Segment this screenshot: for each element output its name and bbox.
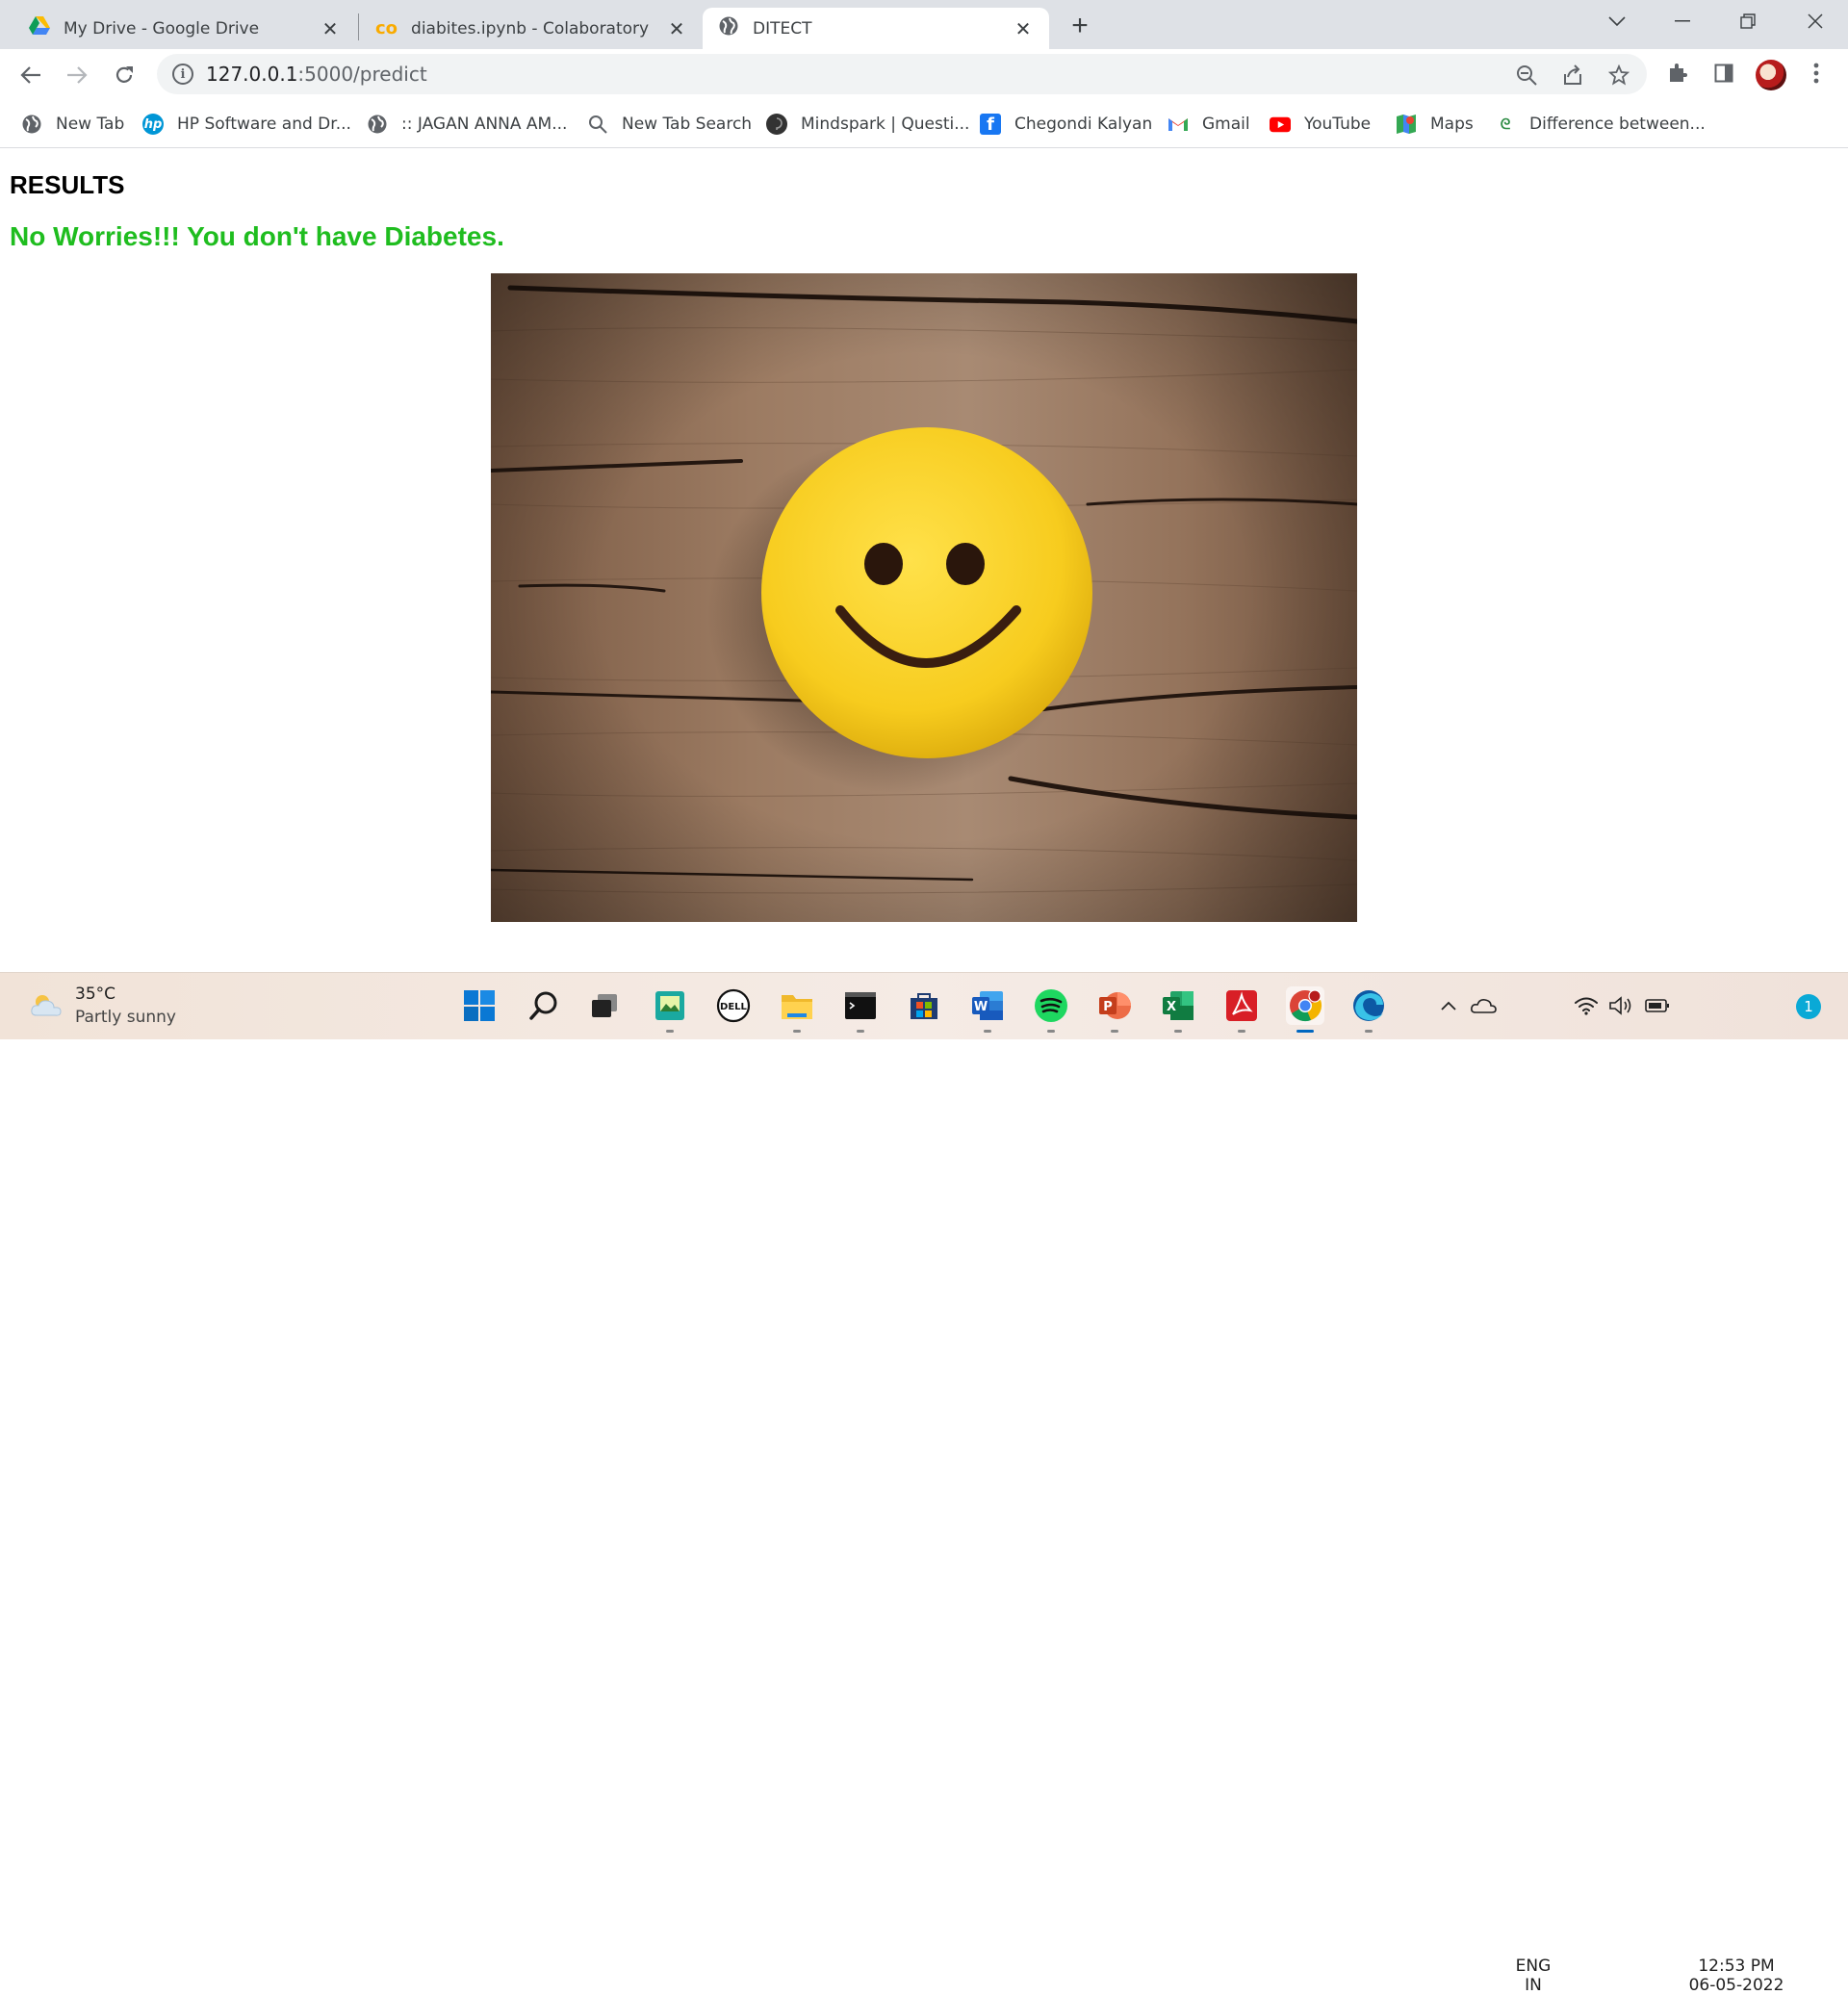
clock-date: 06-05-2022 [1688, 1976, 1784, 1995]
tab-title: My Drive - Google Drive [64, 18, 260, 38]
chevron-up-icon[interactable] [1434, 986, 1463, 1025]
bookmark-jagan-anna[interactable]: :: JAGAN ANNA AM... [367, 110, 567, 139]
restore-icon[interactable] [1729, 6, 1767, 37]
file-explorer-icon[interactable] [778, 986, 816, 1033]
url-text[interactable]: 127.0.0.1:5000/predict [206, 63, 427, 86]
clock[interactable]: 12:53 PM 06-05-2022 [1681, 1957, 1792, 1995]
zoom-icon[interactable] [1514, 63, 1539, 88]
svg-text:W: W [974, 1000, 988, 1014]
notification-badge[interactable]: 1 [1796, 994, 1821, 1019]
smiley-face-image [491, 273, 1357, 922]
tab-search-icon[interactable] [1598, 6, 1636, 37]
back-icon[interactable] [14, 59, 47, 91]
search-icon [587, 114, 608, 135]
adobe-acrobat-icon[interactable] [1222, 986, 1261, 1033]
terminal-icon[interactable] [841, 986, 880, 1033]
spotify-icon[interactable] [1032, 986, 1070, 1033]
page-title: RESULTS [10, 170, 125, 199]
excel-icon[interactable]: X [1159, 986, 1197, 1033]
bookmark-hp[interactable]: hp HP Software and Dr... [142, 110, 351, 139]
reload-icon[interactable] [108, 59, 141, 91]
svg-text:P: P [1103, 1000, 1113, 1014]
page-content: RESULTS No Worries!!! You don't have Dia… [0, 149, 1848, 972]
profile-avatar[interactable] [1756, 60, 1786, 90]
minimize-icon[interactable] [1663, 6, 1702, 37]
windows-taskbar: 35°C Partly sunny DELL W P X ENG IN 12:5… [0, 972, 1848, 1995]
svg-text:X: X [1167, 1000, 1176, 1014]
search-icon[interactable] [525, 986, 563, 1025]
battery-icon[interactable] [1642, 986, 1673, 1025]
bookmarks-bar: New Tab hp HP Software and Dr... :: JAGA… [0, 100, 1848, 148]
address-bar[interactable]: i 127.0.0.1:5000/predict [157, 54, 1647, 94]
onedrive-icon[interactable] [1466, 986, 1501, 1025]
tab-strip: My Drive - Google Drive ✕ co diabites.ip… [0, 0, 1848, 49]
close-icon[interactable]: ✕ [1013, 17, 1034, 40]
partly-sunny-icon [29, 992, 64, 1019]
tab-ditect[interactable]: DITECT ✕ [703, 8, 1049, 49]
volume-icon[interactable] [1605, 986, 1636, 1025]
gmail-icon [1168, 114, 1189, 135]
globe-icon [21, 114, 42, 135]
google-drive-icon [29, 16, 50, 40]
svg-text:DELL: DELL [720, 1002, 748, 1012]
close-window-icon[interactable] [1796, 6, 1835, 37]
share-icon[interactable] [1560, 63, 1585, 88]
wifi-icon[interactable] [1571, 986, 1602, 1025]
tab-divider [358, 13, 359, 40]
bookmark-chegondi-kalyan[interactable]: f Chegondi Kalyan [980, 110, 1152, 139]
facebook-icon: f [980, 114, 1001, 135]
bookmark-gmail[interactable]: Gmail [1168, 110, 1250, 139]
globe-icon [718, 15, 739, 41]
site-info-icon[interactable]: i [172, 64, 193, 85]
menu-kebab-icon[interactable] [1802, 59, 1831, 88]
globe-icon [367, 114, 388, 135]
chrome-icon[interactable] [1286, 986, 1324, 1033]
close-icon[interactable]: ✕ [320, 17, 341, 40]
colab-icon: co [375, 18, 398, 38]
bookmark-mindspark[interactable]: Mindspark | Questi... [766, 110, 969, 139]
tab-colab[interactable]: co diabites.ipynb - Colaboratory ✕ [360, 8, 703, 49]
edge-icon[interactable] [1349, 986, 1388, 1033]
tab-title: DITECT [753, 18, 812, 38]
maps-icon [1396, 114, 1417, 135]
prediction-result: No Worries!!! You don't have Diabetes. [10, 221, 504, 251]
weather-temperature: 35°C [75, 985, 116, 1004]
mindspark-icon [766, 114, 787, 135]
word-icon[interactable]: W [968, 986, 1007, 1033]
tab-title: diabites.ipynb - Colaboratory [411, 18, 650, 38]
extensions-icon[interactable] [1663, 59, 1692, 88]
powerpoint-icon[interactable]: P [1095, 986, 1134, 1033]
start-button[interactable] [460, 986, 499, 1025]
bookmark-new-tab-search[interactable]: New Tab Search [587, 110, 752, 139]
dell-icon[interactable]: DELL [714, 986, 753, 1025]
tab-google-drive[interactable]: My Drive - Google Drive ✕ [13, 8, 356, 49]
bookmark-star-icon[interactable] [1606, 63, 1631, 88]
close-icon[interactable]: ✕ [666, 17, 687, 40]
bookmark-new-tab[interactable]: New Tab [21, 110, 124, 139]
photos-app-icon[interactable] [651, 986, 689, 1033]
microsoft-store-icon[interactable] [905, 986, 943, 1025]
youtube-icon [1270, 114, 1291, 135]
forward-icon[interactable] [61, 59, 93, 91]
weather-widget[interactable]: 35°C Partly sunny [29, 985, 176, 1027]
geeksforgeeks-icon: ᘓ [1500, 115, 1511, 133]
bookmark-geeksforgeeks[interactable]: ᘓ Difference between... [1495, 110, 1706, 139]
clock-time: 12:53 PM [1698, 1957, 1775, 1976]
browser-toolbar: i 127.0.0.1:5000/predict [0, 49, 1848, 100]
bookmark-youtube[interactable]: YouTube [1270, 110, 1371, 139]
hp-icon: hp [142, 114, 164, 135]
new-tab-button[interactable]: + [1065, 10, 1095, 41]
weather-condition: Partly sunny [75, 1008, 176, 1027]
language-indicator[interactable]: ENG IN [1511, 1957, 1555, 1995]
side-panel-icon[interactable] [1709, 59, 1738, 88]
task-view-icon[interactable] [585, 986, 624, 1025]
bookmark-maps[interactable]: Maps [1396, 110, 1474, 139]
